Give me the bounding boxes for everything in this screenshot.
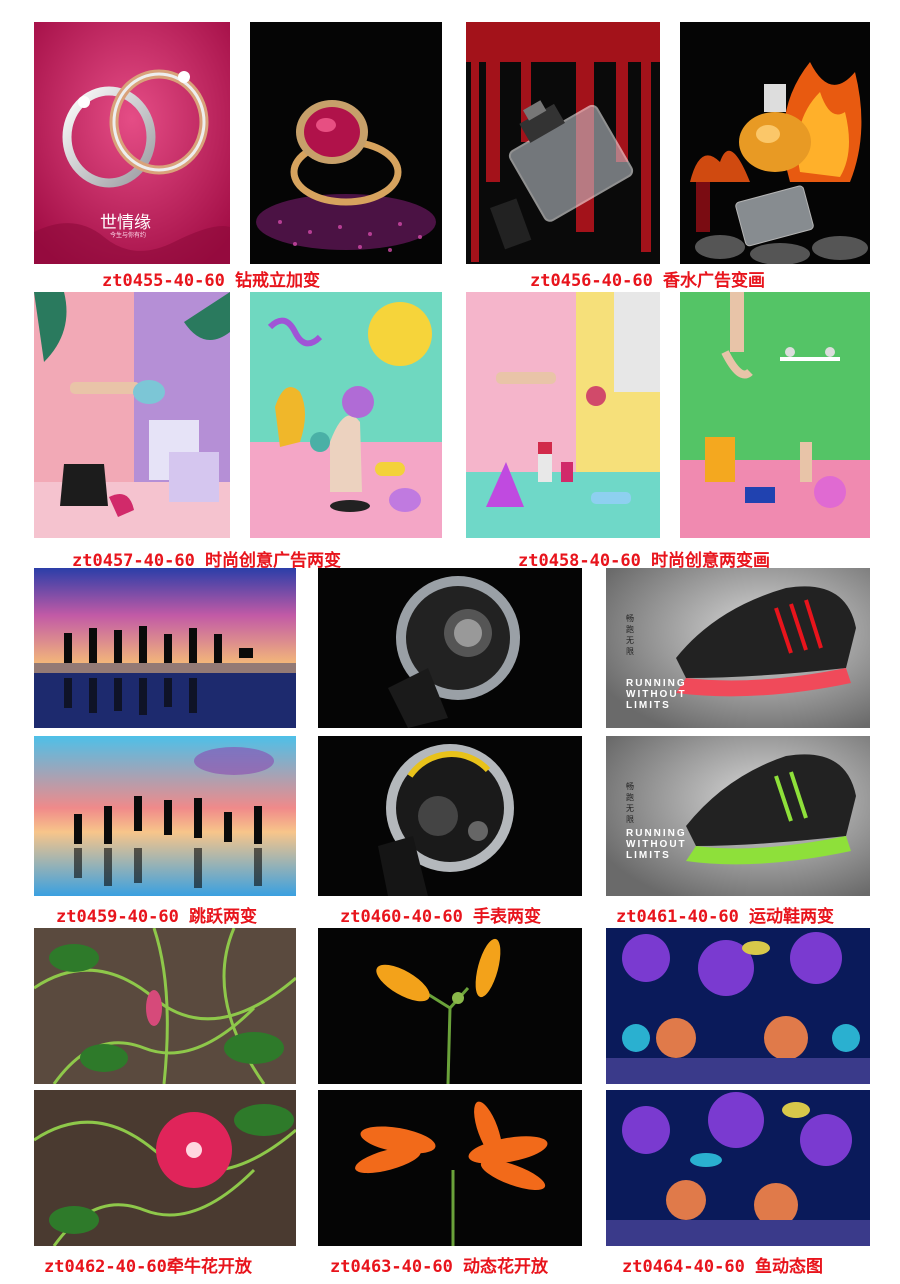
caption-zt0463: zt0463-40-60 动态花开放 bbox=[330, 1257, 549, 1277]
caption-zt0464: zt0464-40-60 鱼动态图 bbox=[622, 1257, 824, 1277]
coral-reef-image-2 bbox=[606, 1090, 870, 1246]
shoe-side-text-1: 畅跑无限 bbox=[626, 614, 634, 656]
watch-image-1 bbox=[318, 568, 582, 728]
shoe-slogan-1: RUNNING WITHOUT LIMITS bbox=[626, 678, 687, 711]
caption-zt0455: zt0455-40-60 钻戒立加变 bbox=[102, 271, 321, 291]
fashion-creative-image-2 bbox=[250, 292, 442, 538]
coral-reef-image-1 bbox=[606, 928, 870, 1084]
jumping-silhouette-image-1 bbox=[34, 568, 296, 728]
caption-zt0461: zt0461-40-60 运动鞋两变 bbox=[616, 907, 835, 927]
jumping-silhouette-image-2 bbox=[34, 736, 296, 896]
running-shoe-image-1: RUNNING WITHOUT LIMITS 畅跑无限 bbox=[606, 568, 870, 728]
caption-zt0456: zt0456-40-60 香水广告变画 bbox=[530, 271, 766, 291]
perfume-fire-image bbox=[680, 22, 870, 264]
fashion-creative-image-4 bbox=[680, 292, 870, 538]
shoe-slogan-2: RUNNING WITHOUT LIMITS bbox=[626, 828, 687, 861]
watch-image-2 bbox=[318, 736, 582, 896]
running-shoe-image-2: RUNNING WITHOUT LIMITS 畅跑无限 bbox=[606, 736, 870, 896]
wedding-rings-poster: 世情缘 今生与你有约 bbox=[34, 22, 230, 264]
caption-zt0459: zt0459-40-60 跳跃两变 bbox=[56, 907, 258, 927]
lily-bloom-image bbox=[318, 1090, 582, 1246]
caption-zt0462: zt0462-40-60牵牛花开放 bbox=[44, 1257, 252, 1277]
ruby-ring-image bbox=[250, 22, 442, 264]
lily-bud-image bbox=[318, 928, 582, 1084]
ring-tagline-text: 今生与你有约 bbox=[110, 232, 147, 239]
caption-zt0460: zt0460-40-60 手表两变 bbox=[340, 907, 542, 927]
fashion-creative-image-1 bbox=[34, 292, 230, 538]
morning-glory-bloom-image bbox=[34, 1090, 296, 1246]
shoe-side-text-2: 畅跑无限 bbox=[626, 782, 634, 824]
fashion-creative-image-3 bbox=[466, 292, 660, 538]
perfume-red-paint-image bbox=[466, 22, 660, 264]
morning-glory-bud-image bbox=[34, 928, 296, 1084]
